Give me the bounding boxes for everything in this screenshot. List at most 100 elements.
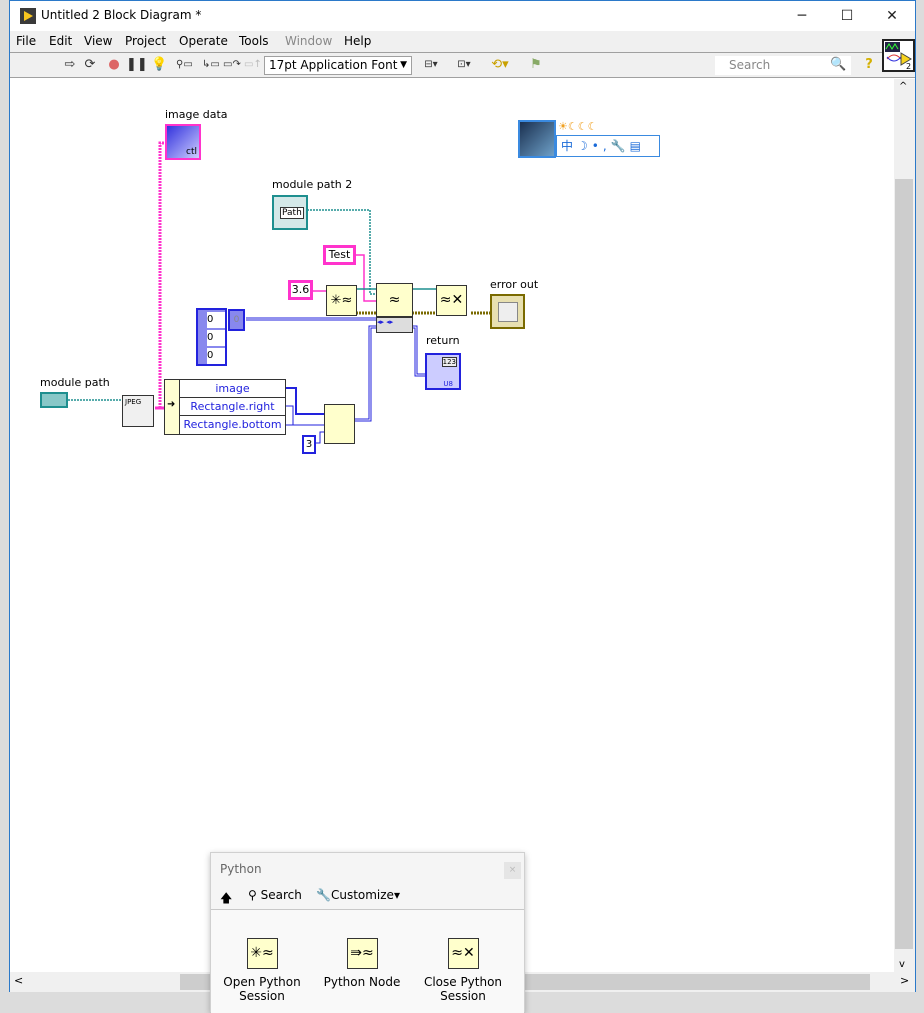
palette-item-python-node[interactable]: ⇛≈ Python Node (317, 938, 407, 989)
test-string-constant[interactable]: Test (323, 245, 356, 265)
run-arrow-icon[interactable]: ⇨ (62, 57, 78, 73)
open-python-session-icon: ✳≈ (246, 938, 278, 969)
reshape-array-node[interactable] (324, 404, 355, 444)
ime-punctuation-icon[interactable]: •, (592, 139, 611, 153)
palette-close-button[interactable]: × (504, 862, 521, 879)
highlight-execution-icon[interactable]: 💡 (151, 57, 167, 73)
ime-toolbar[interactable]: 中☽•,🔧▤ (556, 135, 660, 157)
image-data-indicator[interactable]: ctl (165, 124, 201, 160)
ime-halfwidth-icon[interactable]: ☽ (577, 139, 592, 153)
clean-up-diagram-icon[interactable]: ⚑ (525, 57, 547, 73)
unbundle-by-name[interactable]: image Rectangle.right Rectangle.bottom (179, 379, 286, 435)
array-element-1[interactable]: 0 (207, 312, 225, 328)
wire-right-field (286, 405, 324, 426)
close-python-session-node[interactable]: ≈✕ (436, 285, 467, 316)
align-objects-icon[interactable]: ⊟▾ (420, 57, 442, 73)
labview-logo-icon (20, 8, 36, 24)
title-bar: Untitled 2 Block Diagram * ─ ☐ ✕ (10, 1, 915, 31)
palette-item-close-python-session[interactable]: ≈✕ Close Python Session (418, 938, 508, 1003)
error-out-indicator[interactable] (490, 294, 525, 329)
vertical-scrollbar[interactable]: ^ v (894, 79, 915, 972)
menu-help[interactable]: Help (344, 34, 371, 48)
ime-settings-icon[interactable]: 🔧 (611, 139, 630, 153)
module-path-control[interactable] (40, 392, 68, 408)
module-path-2-label: module path 2 (272, 178, 353, 191)
number-constant[interactable]: 3.6 (288, 280, 313, 300)
palette-customize-button[interactable]: 🔧Customize▾ (316, 888, 400, 902)
search-icon: ⚲ (248, 888, 261, 902)
scroll-up-icon[interactable]: ^ (899, 81, 907, 92)
menu-view[interactable]: View (84, 34, 112, 48)
scroll-right-icon[interactable]: > (900, 974, 909, 987)
return-indicator[interactable]: 123 U8 (425, 353, 461, 390)
image-data-label: image data (165, 108, 228, 121)
wire-test-string (355, 254, 376, 302)
unbundle-field-right[interactable]: Rectangle.right (180, 398, 285, 416)
font-select[interactable]: 17pt Application Font ▼ (264, 56, 412, 75)
dimension-constant[interactable]: 3 (302, 435, 316, 454)
unbundle-field-image[interactable]: image (180, 380, 285, 398)
retain-wire-values-icon[interactable]: ⚲▭ (176, 57, 193, 73)
abort-icon[interactable]: ● (106, 57, 122, 73)
wires-layer (68, 141, 490, 444)
svg-text:2: 2 (906, 62, 911, 70)
help-icon[interactable]: ? (861, 57, 877, 73)
step-over-icon[interactable]: ▭↷ (223, 57, 241, 73)
wire-image-field (286, 387, 324, 415)
array-constant[interactable]: 0 0 0 (196, 308, 227, 366)
unbundle-arrow: ➜ (164, 379, 180, 435)
python-node-params[interactable]: ◂▸ ◂▸ (376, 317, 413, 333)
menu-tools[interactable]: Tools (239, 34, 269, 48)
python-node[interactable]: ≈ (376, 283, 413, 317)
palette-search-label: Search (260, 888, 302, 902)
open-python-session-node[interactable]: ✳≈ (326, 285, 357, 316)
palette-item-open-python-session[interactable]: ✳≈ Open Python Session (217, 938, 307, 1003)
close-python-session-icon: ≈✕ (447, 938, 479, 969)
palette-customize-label: Customize▾ (330, 888, 400, 902)
wire-image-data (158, 141, 167, 410)
wire-three (315, 431, 324, 444)
palette-body: ✳≈ Open Python Session ⇛≈ Python Node ≈✕… (211, 909, 524, 1013)
close-button[interactable]: ✕ (870, 5, 914, 27)
palette-title: Python (220, 862, 262, 876)
vertical-scroll-thumb[interactable] (895, 179, 913, 949)
run-continuously-icon[interactable]: ⟳ (82, 57, 98, 73)
menu-window[interactable]: Window (285, 34, 332, 48)
array-element-3[interactable]: 0 (207, 348, 225, 364)
maximize-button[interactable]: ☐ (825, 5, 869, 27)
ime-chinese-mode[interactable]: 中 (561, 139, 577, 153)
ime-avatar[interactable] (518, 120, 556, 158)
menu-project[interactable]: Project (125, 34, 166, 48)
array-element-2[interactable]: 0 (207, 330, 225, 346)
scroll-down-icon[interactable]: v (899, 959, 905, 970)
module-path-2-control[interactable]: Path (272, 195, 308, 230)
ime-toolbox-icon[interactable]: ▤ (630, 139, 645, 153)
menu-operate[interactable]: Operate (179, 34, 228, 48)
search-icon[interactable]: 🔍 (830, 57, 846, 73)
array-index[interactable]: 0 (228, 309, 245, 331)
step-out-icon[interactable]: ▭↑ (244, 57, 262, 73)
up-arrow-icon[interactable]: 🡅 (220, 889, 232, 910)
module-path-label: module path (40, 376, 110, 389)
distribute-objects-icon[interactable]: ⊡▾ (453, 57, 475, 73)
python-palette: Python × 🡅 ⚲ Search 🔧Customize▾ ✳≈ Open … (210, 852, 525, 1013)
menu-file[interactable]: File (16, 34, 36, 48)
step-into-icon[interactable]: ↳▭ (202, 57, 220, 73)
palette-search-button[interactable]: ⚲ Search (248, 888, 302, 902)
scroll-left-icon[interactable]: < (14, 974, 23, 987)
arrow-icon: ➜ (167, 399, 176, 410)
block-diagram-window: Untitled 2 Block Diagram * ─ ☐ ✕ File Ed… (9, 0, 916, 992)
read-jpeg-node[interactable]: JPEG (122, 395, 154, 427)
wire-build-array-out-inner (355, 326, 376, 421)
menu-edit[interactable]: Edit (49, 34, 72, 48)
unbundle-field-bottom[interactable]: Rectangle.bottom (180, 416, 285, 434)
reorder-icon[interactable]: ⟲▾ (489, 57, 511, 73)
error-cluster-icon (498, 302, 518, 322)
minimize-button[interactable]: ─ (780, 5, 824, 27)
python-node-icon: ⇛≈ (346, 938, 378, 969)
pause-icon[interactable]: ❚❚ (126, 57, 148, 73)
ime-status-icons[interactable]: ☀☾☾☾ (558, 120, 597, 133)
vi-connector-icon[interactable]: 2 (882, 39, 915, 72)
wire-build-array-out (355, 325, 376, 422)
block-diagram-canvas[interactable]: image data ctl module path 2 Path Test 3… (10, 79, 894, 972)
